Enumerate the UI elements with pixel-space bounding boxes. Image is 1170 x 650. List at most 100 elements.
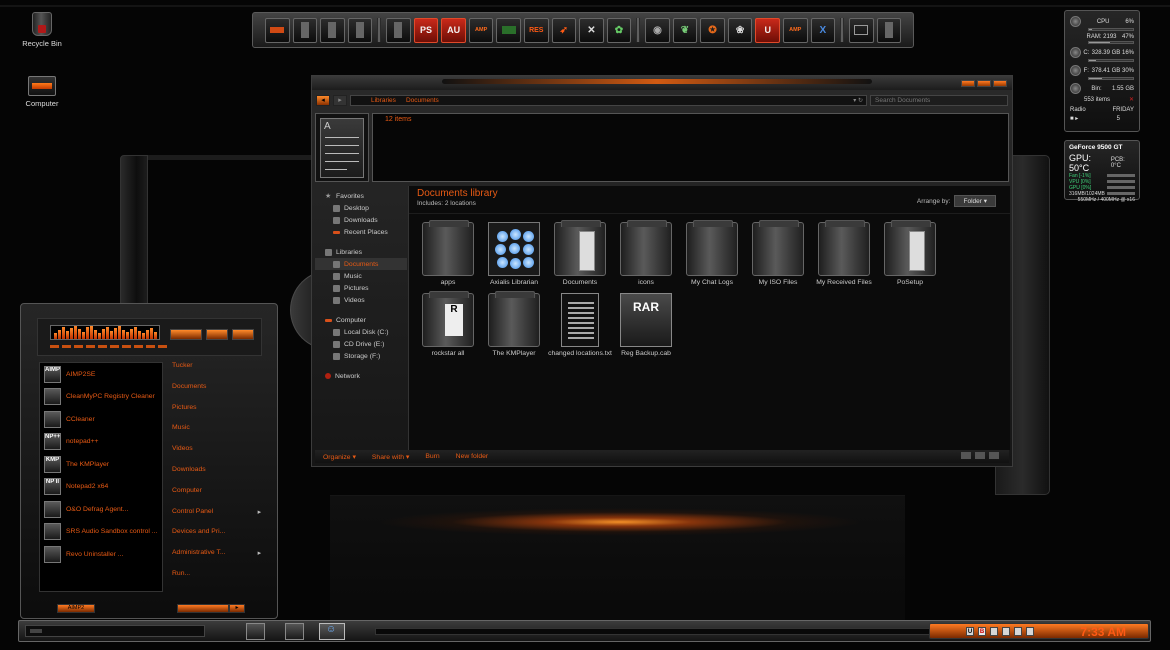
taskbar-clock[interactable]: 7:33 AM [1080,625,1126,639]
tray-volume-icon[interactable] [1014,626,1022,636]
start-program-item[interactable]: O&O Defrag Agent... [40,498,162,521]
taskbar-app-messenger[interactable]: ☺ [319,623,345,640]
start-link-item[interactable]: Administrative T... ▸ [171,549,263,570]
equalizer-presets[interactable] [50,345,167,348]
start-program-item[interactable]: CleanMyPC Registry Cleaner [40,386,162,409]
player-next-button[interactable] [232,329,254,340]
leaf-icon[interactable]: ❦ [672,17,698,43]
file-item[interactable]: PoSetup [877,220,943,287]
file-item[interactable]: My ISO Files [745,220,811,287]
nav-music[interactable]: Music [315,270,407,282]
arrange-dropdown[interactable]: Folder ▾ [954,195,996,207]
close-button[interactable] [993,80,1007,87]
audition-icon[interactable]: AU [441,17,466,43]
share-with-button[interactable]: Share with ▾ [372,453,409,461]
minimize-button[interactable] [961,80,975,87]
nav-downloads[interactable]: Downloads [315,214,407,226]
view-options-icon[interactable] [961,452,971,459]
tower-icon[interactable] [292,17,318,43]
nav-cd-drive[interactable]: CD Drive (E:) [315,338,407,350]
file-item[interactable]: apps [415,220,481,287]
aimp-button[interactable]: AIMP2 [57,604,95,613]
radio-label[interactable]: Radio [1070,107,1086,113]
maximize-button[interactable] [977,80,991,87]
breadcrumb-libraries[interactable]: Libraries [371,97,396,104]
preview-pane-icon[interactable] [975,452,985,459]
burn-button[interactable]: Burn [425,453,439,460]
res-icon[interactable]: RES [523,17,549,43]
tower-icon[interactable] [386,17,411,43]
nav-storage[interactable]: Storage (F:) [315,350,407,362]
tray-u-icon[interactable]: U [966,626,974,636]
new-folder-button[interactable]: New folder [456,453,489,460]
nav-documents[interactable]: Documents [315,258,407,270]
start-link-item[interactable]: Tucker [171,362,263,383]
organize-button[interactable]: Organize ▾ [323,453,356,461]
explorer-window[interactable]: ◂ ▸ Libraries Documents ▾ ↻ 12 items ★Fa… [311,75,1013,467]
tray-b-icon[interactable]: B [978,626,986,636]
plant-icon[interactable]: ✿ [606,17,632,43]
breadcrumb-documents[interactable]: Documents [406,97,439,104]
desktop-icon-recycle-bin[interactable]: Recycle Bin [12,12,72,48]
radio-controls-icon[interactable]: ■ ▸ [1070,115,1078,122]
help-icon[interactable] [989,452,999,459]
taskbar-app-player[interactable] [285,623,304,640]
disc-icon[interactable]: ◉ [645,17,670,43]
nav-pictures[interactable]: Pictures [315,282,407,294]
start-link-item[interactable]: Videos [171,445,263,466]
file-item[interactable]: changed locations.txt [547,293,613,358]
monitor-icon[interactable] [849,17,874,43]
file-item[interactable]: Documents [547,220,613,287]
search-input[interactable] [870,94,1008,106]
player-play-button[interactable] [170,329,202,340]
x-icon[interactable]: X [810,17,836,43]
window-icon[interactable] [265,17,290,43]
start-link-item[interactable]: Music [171,424,263,445]
back-button[interactable]: ◂ [316,94,330,106]
gpu-monitor-gadget[interactable]: GeForce 9500 GT GPU: 50°C PCB: 0°C Fan [… [1064,140,1140,203]
flower-icon[interactable]: ❀ [727,17,753,43]
nav-recent-places[interactable]: Recent Places [315,226,407,238]
tray-flag-icon[interactable] [1026,626,1034,636]
tray-network-icon[interactable] [1002,626,1010,636]
file-item[interactable]: Axialis Librarian [481,222,547,287]
address-bar[interactable]: Libraries Documents ▾ ↻ [350,94,867,106]
arrow-icon[interactable]: ➶ [551,17,577,43]
shutdown-options-button[interactable]: ▸ [229,604,245,613]
start-link-item[interactable]: Downloads [171,466,263,487]
file-item[interactable]: rockstar all [415,291,481,358]
start-link-item[interactable]: Control Panel ▸ [171,508,263,529]
nav-desktop[interactable]: Desktop [315,202,407,214]
file-item[interactable]: My Chat Logs [679,220,745,287]
tower-icon[interactable] [320,17,345,43]
file-item[interactable]: RAR Reg Backup.cab [613,293,679,358]
start-program-item[interactable]: CCleaner [40,408,162,431]
nav-local-disk[interactable]: Local Disk (C:) [315,326,407,338]
start-link-item[interactable]: Documents [171,383,263,404]
start-program-item[interactable]: NP++ notepad++ [40,431,162,454]
amp-icon[interactable]: AMP [782,17,808,43]
tools-icon[interactable]: ✕ [579,17,604,43]
switch-icon[interactable] [496,17,521,43]
amp-icon[interactable]: AMP [468,17,494,43]
u-icon[interactable]: U [755,17,780,43]
file-item[interactable]: icons [613,220,679,287]
start-program-item[interactable]: NP II Notepad2 x64 [40,476,162,499]
nav-favorites[interactable]: ★ Favorites [315,190,407,202]
nav-videos[interactable]: Videos [315,294,407,306]
tower-icon[interactable] [876,17,902,43]
file-item[interactable]: The KMPlayer [481,291,547,358]
start-program-item[interactable]: SRS Audio Sandbox control ... [40,521,162,544]
start-link-item[interactable]: Run... [171,570,263,591]
tower-icon[interactable] [347,17,373,43]
start-program-item[interactable]: KMP The KMPlayer [40,453,162,476]
start-program-item[interactable]: Revo Uninstaller ... [40,543,162,566]
fox-icon[interactable]: ✪ [700,17,725,43]
start-button[interactable] [25,625,205,637]
system-monitor-gadget[interactable]: CPU 6% RAM: 2193 47% C: 328.39 GB 16% F:… [1064,10,1140,132]
shutdown-button[interactable] [177,604,229,613]
taskbar-app-explorer[interactable] [246,623,265,640]
tray-usb-icon[interactable] [990,626,998,636]
start-link-item[interactable]: Devices and Pri... [171,528,263,549]
chevron-down-icon[interactable]: ▾ ↻ [853,97,863,104]
